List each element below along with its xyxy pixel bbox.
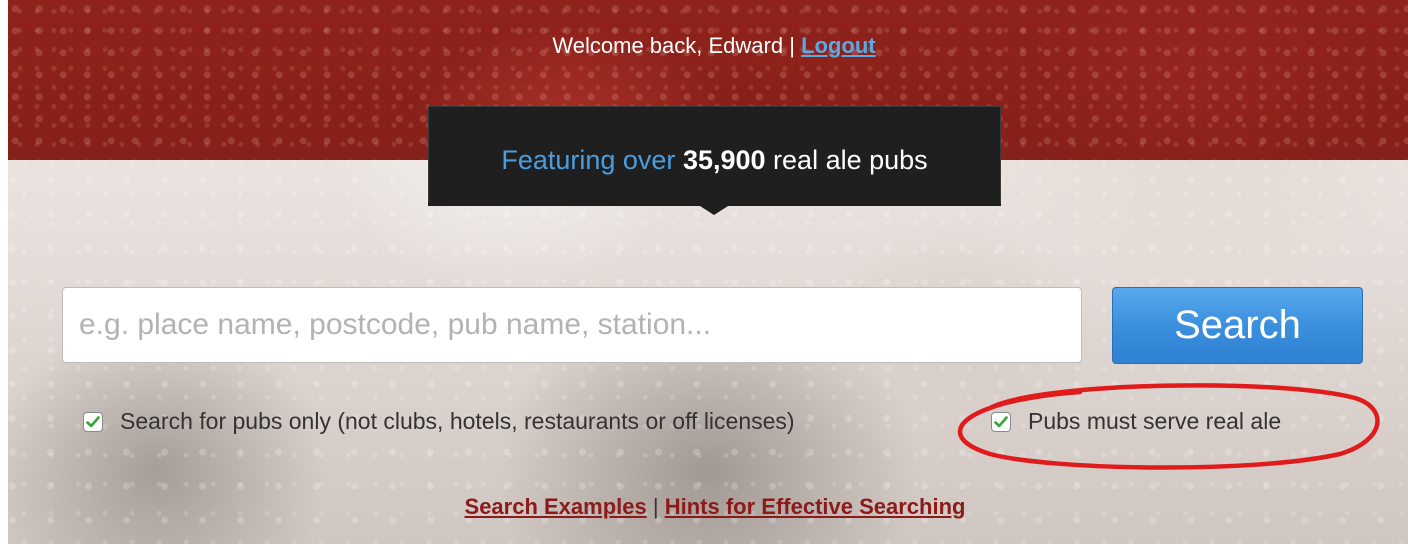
pub-count-banner: Featuring over 35,900 real ale pubs [428,106,1001,204]
pubs-only-option[interactable]: Search for pubs only (not clubs, hotels,… [83,408,795,435]
real-ale-checkbox[interactable] [991,411,1011,432]
hints-link[interactable]: Hints for Effective Searching [665,494,966,519]
welcome-text: Welcome back, Edward [552,33,784,58]
welcome-separator: | [789,33,795,58]
search-examples-link[interactable]: Search Examples [465,494,647,519]
banner-count: 35,900 [682,145,766,175]
search-input[interactable] [62,287,1082,363]
pubs-only-checkbox[interactable] [83,411,103,432]
banner-prefix: Featuring over [501,145,676,175]
page: Welcome back, Edward | Logout Featuring … [0,0,1408,544]
search-button[interactable]: Search [1112,287,1363,364]
banner-notch [428,203,1001,215]
pubs-only-label: Search for pubs only (not clubs, hotels,… [120,408,795,434]
real-ale-label: Pubs must serve real ale [1028,408,1282,434]
checkmark-icon [86,415,100,427]
banner-suffix: real ale pubs [773,145,928,175]
help-links: Search Examples | Hints for Effective Se… [0,494,1408,520]
links-separator: | [652,494,659,519]
checkmark-icon [994,415,1008,427]
banner-text: Featuring over 35,900 real ale pubs [429,145,1000,176]
welcome-bar: Welcome back, Edward | Logout [0,33,1408,59]
logout-link[interactable]: Logout [801,33,876,58]
real-ale-option[interactable]: Pubs must serve real ale [991,408,1281,435]
